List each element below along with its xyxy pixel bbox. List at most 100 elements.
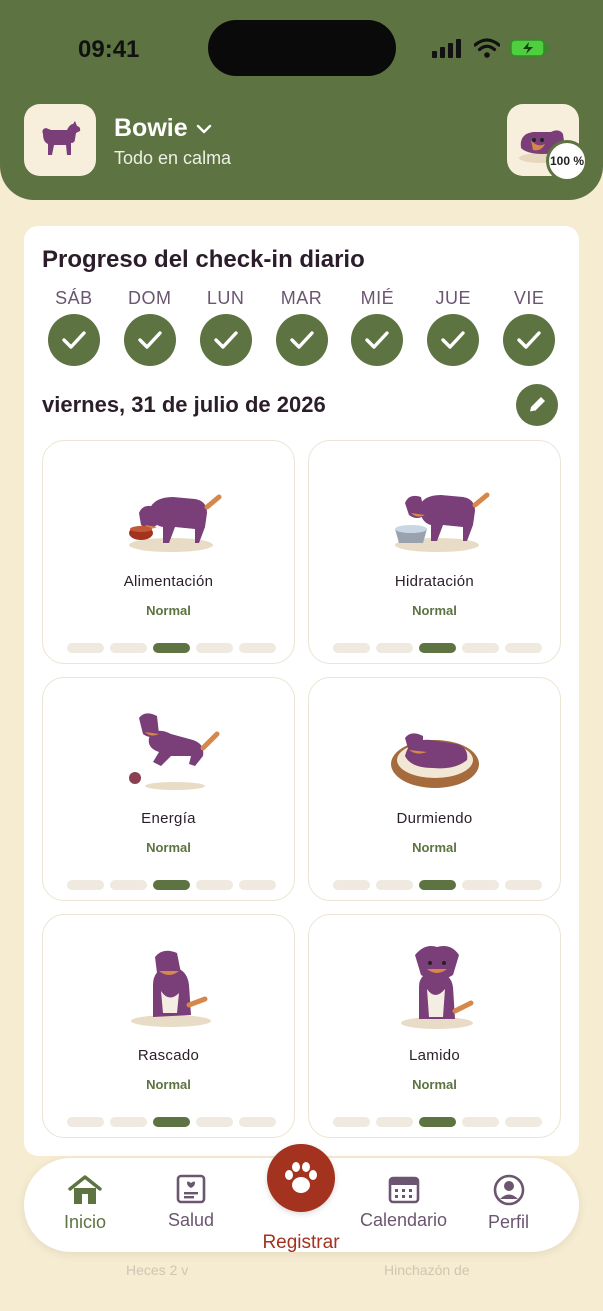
day-label: JUE bbox=[435, 288, 471, 308]
dog-playing-icon bbox=[129, 713, 220, 790]
nav-label-registrar[interactable]: Registrar bbox=[249, 1232, 353, 1254]
tile-name: Hidratación bbox=[394, 573, 475, 590]
check-icon bbox=[427, 314, 480, 366]
level-bar bbox=[239, 1117, 276, 1127]
day-item[interactable]: MAR bbox=[264, 288, 340, 366]
nav-label: Inicio bbox=[64, 1212, 107, 1232]
tile-rascado[interactable]: Rascado Normal bbox=[42, 914, 295, 1138]
level-bar bbox=[333, 1117, 370, 1127]
level-bar-active bbox=[419, 880, 456, 890]
check-icon bbox=[503, 314, 556, 366]
tile-durmiendo[interactable]: Durmiendo Normal bbox=[308, 677, 561, 901]
day-label: MIÉ bbox=[360, 288, 395, 308]
dog-sitting-icon bbox=[401, 946, 474, 1029]
app-header: 09:41 Bowie Todo en calma 100 % bbox=[0, 0, 603, 200]
week-progress: SÁB DOM LUN MAR MIÉ JUE VIE bbox=[36, 288, 567, 366]
profile-icon bbox=[493, 1174, 524, 1206]
level-bar bbox=[67, 1117, 104, 1127]
pet-selector[interactable]: Bowie bbox=[114, 114, 212, 143]
status-time: 09:41 bbox=[78, 36, 140, 63]
level-bars bbox=[67, 643, 276, 653]
checkin-title: Progreso del check-in diario bbox=[42, 246, 365, 273]
level-bar bbox=[462, 880, 499, 890]
day-item[interactable]: VIE bbox=[491, 288, 567, 366]
level-bar-active bbox=[419, 1117, 456, 1127]
partial-tile-label: Hinchazón de bbox=[384, 1262, 470, 1278]
level-bar bbox=[110, 1117, 147, 1127]
status-icons bbox=[432, 38, 550, 58]
status-bar: 09:41 bbox=[0, 0, 603, 96]
edit-button[interactable] bbox=[516, 384, 558, 426]
nav-calendario[interactable]: Calendario bbox=[360, 1174, 447, 1231]
tile-value: Normal bbox=[412, 840, 457, 855]
tile-name: Alimentación bbox=[123, 573, 214, 590]
level-bar bbox=[505, 880, 542, 890]
level-bar bbox=[110, 880, 147, 890]
dog-sleeping-icon bbox=[391, 733, 479, 788]
selected-date: viernes, 31 de julio de 2026 bbox=[42, 392, 326, 417]
pencil-icon bbox=[529, 397, 545, 413]
pet-name: Bowie bbox=[114, 114, 188, 142]
tile-name: Lamido bbox=[409, 1047, 460, 1064]
level-bars bbox=[67, 1117, 276, 1127]
tile-value: Normal bbox=[412, 603, 457, 618]
check-icon bbox=[47, 314, 100, 366]
day-item[interactable]: SÁB bbox=[36, 288, 112, 366]
day-item[interactable]: LUN bbox=[188, 288, 264, 366]
tile-alimentacion[interactable]: Alimentación Normal bbox=[42, 440, 295, 664]
day-label: DOM bbox=[128, 288, 172, 308]
home-icon bbox=[68, 1175, 102, 1204]
level-bar bbox=[376, 880, 413, 890]
level-bar bbox=[67, 880, 104, 890]
dog-eating-icon bbox=[129, 494, 222, 552]
level-bar bbox=[196, 643, 233, 653]
pet-status: Todo en calma bbox=[114, 148, 232, 168]
health-record-icon bbox=[176, 1174, 206, 1204]
level-bar bbox=[110, 643, 147, 653]
tile-hidratacion[interactable]: Hidratación Normal bbox=[308, 440, 561, 664]
check-icon bbox=[123, 314, 176, 366]
tile-value: Normal bbox=[146, 603, 191, 618]
day-label: VIE bbox=[513, 288, 545, 308]
level-bar-active bbox=[153, 1117, 190, 1127]
register-button[interactable] bbox=[267, 1144, 335, 1212]
day-label: MAR bbox=[280, 288, 323, 308]
nav-label: Salud bbox=[168, 1210, 215, 1230]
day-label: SÁB bbox=[55, 288, 93, 308]
tile-lamido[interactable]: Lamido Normal bbox=[308, 914, 561, 1138]
chevron-down-icon bbox=[196, 124, 211, 133]
calendar-icon bbox=[388, 1176, 419, 1204]
tile-value: Normal bbox=[146, 1077, 191, 1092]
check-icon bbox=[199, 314, 252, 366]
day-item[interactable]: JUE bbox=[415, 288, 491, 366]
level-bar bbox=[505, 1117, 542, 1127]
nav-perfil[interactable]: Perfil bbox=[488, 1174, 529, 1233]
level-bar-active bbox=[153, 643, 190, 653]
level-bar bbox=[67, 643, 104, 653]
level-bar bbox=[196, 880, 233, 890]
pet-avatar[interactable] bbox=[24, 104, 96, 176]
check-icon bbox=[351, 314, 404, 366]
dog-scratching-icon bbox=[131, 950, 211, 1027]
tile-value: Normal bbox=[412, 1077, 457, 1092]
level-bars bbox=[333, 643, 542, 653]
day-item[interactable]: DOM bbox=[112, 288, 188, 366]
tile-energia[interactable]: Energía Normal bbox=[42, 677, 295, 901]
check-icon bbox=[275, 314, 328, 366]
dog-drinking-icon bbox=[395, 492, 490, 552]
dog-silhouette-icon bbox=[42, 121, 81, 155]
nav-inicio[interactable]: Inicio bbox=[64, 1174, 106, 1233]
level-bars bbox=[67, 880, 276, 890]
dynamic-island bbox=[208, 20, 396, 76]
partial-tile-label: Heces 2 v bbox=[126, 1262, 189, 1278]
nav-salud[interactable]: Salud bbox=[168, 1174, 214, 1231]
level-bar bbox=[505, 643, 542, 653]
day-item[interactable]: MIÉ bbox=[339, 288, 415, 366]
signal-icon bbox=[432, 39, 461, 58]
wifi-icon bbox=[474, 38, 500, 58]
level-bar-active bbox=[153, 880, 190, 890]
paw-icon bbox=[285, 1162, 317, 1193]
level-bar bbox=[333, 643, 370, 653]
tile-name: Durmiendo bbox=[396, 810, 473, 827]
tile-name: Rascado bbox=[137, 1047, 200, 1064]
